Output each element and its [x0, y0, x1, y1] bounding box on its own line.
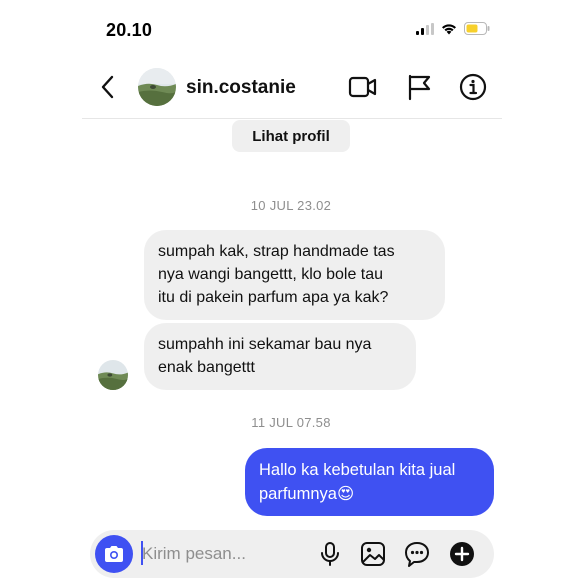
message-text: parfumnya: [259, 485, 337, 503]
message-line: parfumnya😍: [259, 482, 480, 506]
status-time: 20.10: [106, 20, 153, 40]
message-line: nya wangi bangettt, klo bole tau: [158, 266, 384, 283]
timestamp: 11 JUL 07.58: [251, 415, 331, 430]
message-line: enak bangettt: [158, 359, 255, 376]
outgoing-message[interactable]: Hallo ka kebetulan kita jual parfumnya😍: [245, 448, 494, 516]
message-input[interactable]: [142, 540, 302, 568]
heart-eyes-emoji: 😍: [336, 485, 355, 503]
text-cursor: [141, 541, 143, 565]
flag-icon[interactable]: [404, 72, 434, 102]
avatar[interactable]: [138, 68, 176, 106]
camera-button[interactable]: [95, 535, 133, 573]
sender-avatar[interactable]: [98, 360, 128, 390]
view-profile-button[interactable]: Lihat profil: [232, 120, 350, 152]
camera-icon: [105, 546, 123, 562]
back-arrow-icon[interactable]: [96, 74, 122, 100]
wifi-icon: [442, 23, 456, 34]
info-icon[interactable]: [458, 72, 488, 102]
message-line: Hallo ka kebetulan kita jual: [259, 461, 456, 479]
header-divider: [82, 118, 502, 119]
sticker-icon[interactable]: [403, 540, 431, 568]
username[interactable]: sin.costanie: [186, 77, 296, 99]
microphone-icon[interactable]: [316, 540, 344, 568]
video-camera-icon[interactable]: [348, 72, 378, 102]
gallery-icon[interactable]: [359, 540, 387, 568]
incoming-message[interactable]: sumpah kak, strap handmade tas nya wangi…: [144, 230, 445, 320]
add-icon[interactable]: [448, 540, 476, 568]
message-line: sumpahh ini sekamar bau nya: [158, 336, 372, 353]
status-icons: [416, 22, 490, 35]
signal-icon: [416, 22, 434, 35]
battery-icon: [464, 22, 490, 35]
timestamp: 10 JUL 23.02: [250, 198, 332, 213]
message-line: sumpah kak, strap handmade tas: [158, 243, 395, 260]
incoming-message[interactable]: sumpahh ini sekamar bau nya enak bangett…: [144, 323, 416, 390]
message-line: itu di pakein parfum apa ya kak?: [158, 289, 389, 306]
